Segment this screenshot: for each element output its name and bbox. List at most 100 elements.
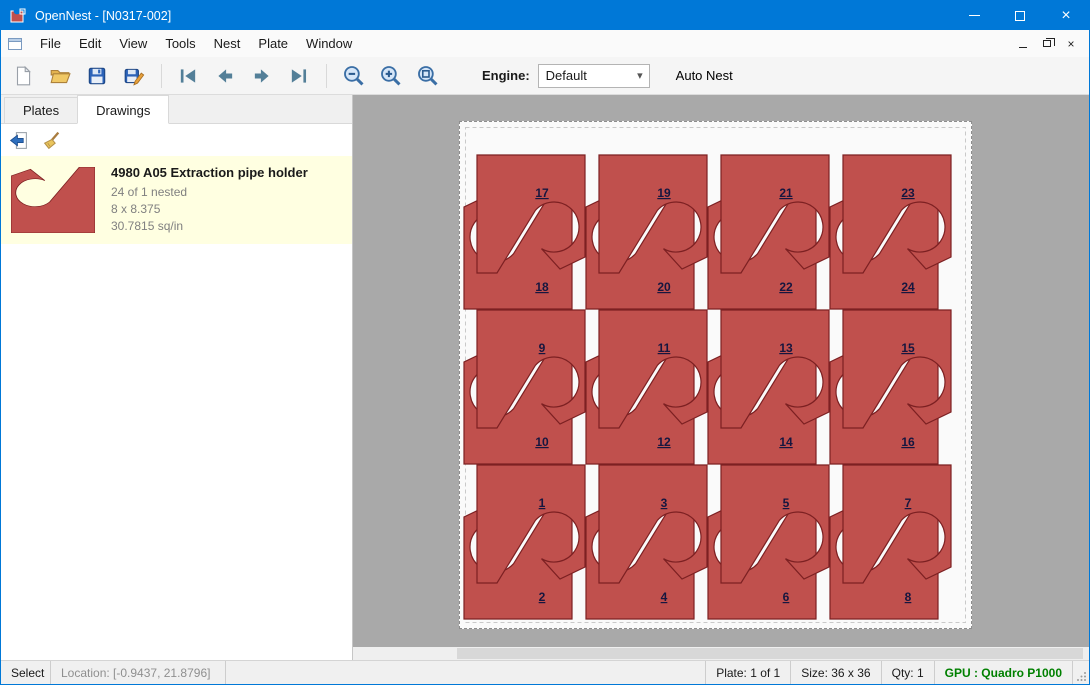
sidebar: Plates Drawings — [1, 95, 353, 660]
part-number-label: 15 — [901, 341, 915, 355]
clean-button[interactable] — [38, 127, 65, 153]
minimize-icon — [969, 15, 980, 16]
nest-canvas[interactable]: 171819202122232491011121314151612345678 — [353, 95, 1089, 660]
part-number-label: 18 — [535, 280, 549, 294]
menu-file[interactable]: File — [31, 31, 70, 56]
close-icon: × — [1061, 8, 1070, 24]
mdi-close-button[interactable]: × — [1059, 34, 1083, 54]
main-toolbar: Engine: Default ▾ Auto Nest — [1, 57, 1089, 95]
part-number-label: 5 — [783, 496, 790, 510]
part-number-label: 1 — [539, 496, 546, 510]
status-plate: Plate: 1 of 1 — [706, 661, 791, 684]
part-number-label: 20 — [657, 280, 671, 294]
toolbar-separator — [161, 64, 162, 88]
zoom-in-button[interactable] — [374, 61, 406, 91]
main-area: Plates Drawings — [1, 95, 1089, 660]
app-window: OpenNest - [N0317-002] × File Edit View … — [0, 0, 1090, 685]
window-title: OpenNest - [N0317-002] — [35, 9, 171, 23]
zoom-fit-button[interactable] — [411, 61, 443, 91]
chevron-down-icon: ▾ — [637, 69, 649, 82]
scrollbar-thumb[interactable] — [457, 648, 1083, 659]
part-number-label: 6 — [783, 590, 790, 604]
new-button[interactable] — [7, 61, 39, 91]
status-gpu: GPU : Quadro P1000 — [935, 661, 1073, 684]
arrow-left-page-icon — [8, 130, 29, 151]
next-plate-button[interactable] — [246, 61, 278, 91]
document-icon — [7, 36, 23, 52]
drawing-dimensions: 8 x 8.375 — [111, 201, 352, 218]
open-button[interactable] — [44, 61, 76, 91]
maximize-icon — [1015, 11, 1025, 21]
menu-edit[interactable]: Edit — [70, 31, 110, 56]
part-number-label: 2 — [539, 590, 546, 604]
part-number-label: 9 — [539, 341, 546, 355]
close-button[interactable]: × — [1043, 1, 1089, 30]
maximize-button[interactable] — [997, 1, 1043, 30]
menu-plate[interactable]: Plate — [249, 31, 297, 56]
part-number-label: 12 — [657, 435, 671, 449]
sidebar-tabs: Plates Drawings — [1, 95, 352, 124]
engine-select[interactable]: Default ▾ — [538, 64, 650, 88]
drawings-toolbar — [1, 124, 352, 156]
mdi-window-controls: × — [1011, 34, 1089, 54]
toolbar-separator — [326, 64, 327, 88]
broom-icon — [41, 130, 62, 151]
part-number-label: 7 — [905, 496, 912, 510]
part-number-label: 21 — [779, 186, 793, 200]
part-number-label: 11 — [658, 341, 671, 355]
part-number-label: 16 — [901, 435, 915, 449]
app-icon — [10, 8, 26, 24]
tab-plates[interactable]: Plates — [4, 97, 78, 123]
part-number-label: 24 — [901, 280, 915, 294]
status-spacer — [226, 661, 706, 684]
part-number-label: 14 — [779, 435, 793, 449]
part-number-label: 22 — [779, 280, 793, 294]
part-number-label: 13 — [779, 341, 793, 355]
first-plate-button[interactable] — [172, 61, 204, 91]
grip-dots-icon — [1076, 671, 1087, 682]
go-first-icon — [177, 65, 199, 87]
part-number-label: 4 — [661, 590, 668, 604]
last-plate-button[interactable] — [283, 61, 315, 91]
drawing-title: 4980 A05 Extraction pipe holder — [111, 165, 352, 180]
open-folder-icon — [49, 65, 71, 87]
part-number-label: 19 — [657, 186, 671, 200]
engine-label: Engine: — [482, 68, 530, 83]
zoom-in-icon — [379, 64, 402, 87]
zoom-fit-icon — [416, 64, 439, 87]
window-controls: × — [951, 1, 1089, 30]
resize-grip[interactable] — [1073, 661, 1089, 684]
go-last-icon — [288, 65, 310, 87]
part-number-label: 3 — [661, 496, 668, 510]
status-location: Location: [-0.9437, 21.8796] — [51, 661, 226, 684]
menu-view[interactable]: View — [110, 31, 156, 56]
part-thumbnail — [11, 167, 95, 236]
save-icon — [86, 65, 108, 87]
status-bar: Select Location: [-0.9437, 21.8796] Plat… — [1, 660, 1089, 684]
mdi-restore-button[interactable] — [1035, 34, 1059, 54]
auto-nest-button[interactable]: Auto Nest — [676, 68, 733, 83]
save-button[interactable] — [81, 61, 113, 91]
drawing-list-item[interactable]: 4980 A05 Extraction pipe holder 24 of 1 … — [1, 156, 352, 244]
send-to-plate-button[interactable] — [5, 127, 32, 153]
previous-plate-button[interactable] — [209, 61, 241, 91]
part-number-label: 10 — [535, 435, 549, 449]
horizontal-scrollbar[interactable] — [353, 647, 1089, 660]
menu-nest[interactable]: Nest — [205, 31, 250, 56]
menu-tools[interactable]: Tools — [156, 31, 204, 56]
menu-window[interactable]: Window — [297, 31, 361, 56]
status-mode: Select — [1, 661, 51, 684]
next-icon — [251, 65, 273, 87]
mdi-minimize-button[interactable] — [1011, 34, 1035, 54]
part-number-label: 8 — [905, 590, 912, 604]
new-file-icon — [12, 65, 34, 87]
part-number-label: 17 — [535, 186, 549, 200]
minimize-button[interactable] — [951, 1, 997, 30]
zoom-out-button[interactable] — [337, 61, 369, 91]
drawing-area: 30.7815 sq/in — [111, 218, 352, 235]
engine-value: Default — [546, 68, 587, 83]
title-bar: OpenNest - [N0317-002] × — [1, 1, 1089, 30]
minimize-icon — [1019, 47, 1027, 48]
tab-drawings[interactable]: Drawings — [77, 95, 169, 124]
save-edit-button[interactable] — [118, 61, 150, 91]
